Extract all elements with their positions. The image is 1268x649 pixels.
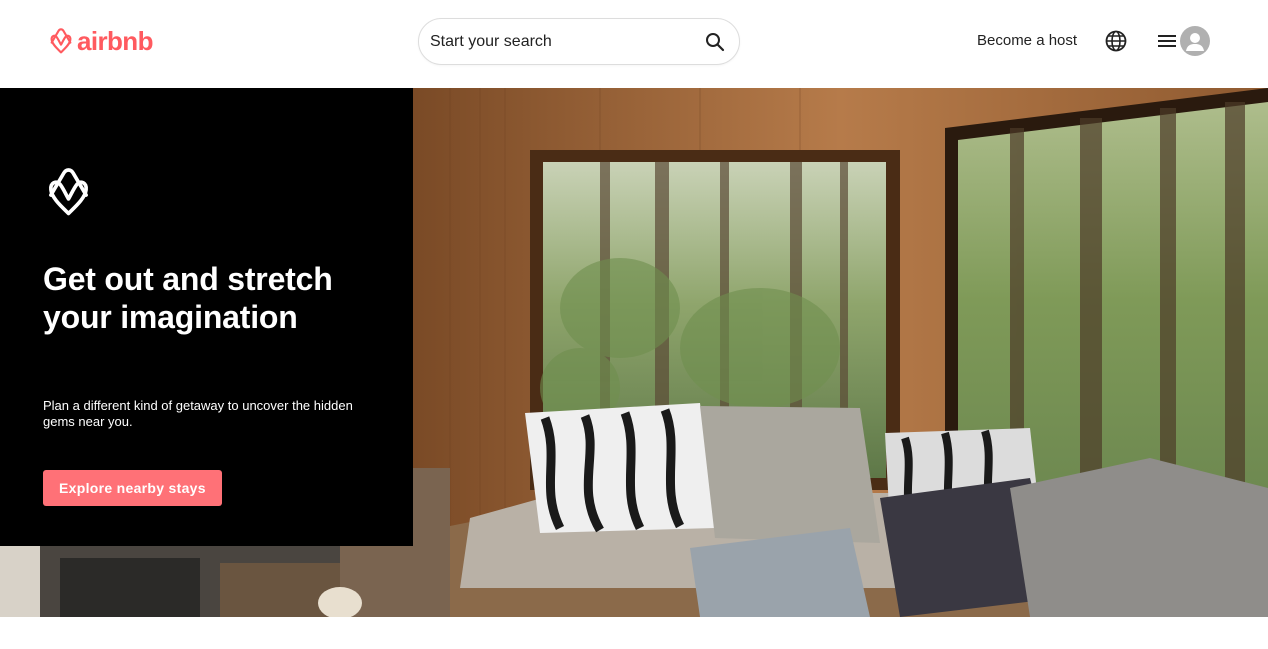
hero-section: Get out and stretch your imagination Pla… [0,88,1268,617]
become-host-link[interactable]: Become a host [977,31,1077,51]
globe-icon [1105,30,1127,52]
airbnb-belo-icon [50,28,72,54]
search-bar[interactable] [418,18,740,65]
hero-title-line-2: your imagination [43,299,298,335]
avatar [1180,26,1210,56]
hamburger-menu-icon [1158,35,1176,47]
airbnb-belo-icon [49,168,88,216]
search-icon [706,32,725,51]
hero-title-line-1: Get out and stretch [43,261,333,297]
language-button[interactable] [1104,29,1128,53]
search-input[interactable] [430,32,703,51]
top-nav-bar: airbnb Become a host [0,0,1268,88]
search-button[interactable] [703,30,727,54]
logo-wordmark: airbnb [77,26,153,56]
hero-title: Get out and stretch your imagination [43,260,383,336]
hero-promo-panel: Get out and stretch your imagination Pla… [0,88,413,546]
hero-subtitle: Plan a different kind of getaway to unco… [43,398,353,429]
user-menu-button[interactable] [1153,24,1213,58]
user-avatar-icon [1186,33,1204,51]
airbnb-logo-link[interactable]: airbnb [48,26,153,56]
explore-nearby-stays-button[interactable]: Explore nearby stays [43,470,222,506]
